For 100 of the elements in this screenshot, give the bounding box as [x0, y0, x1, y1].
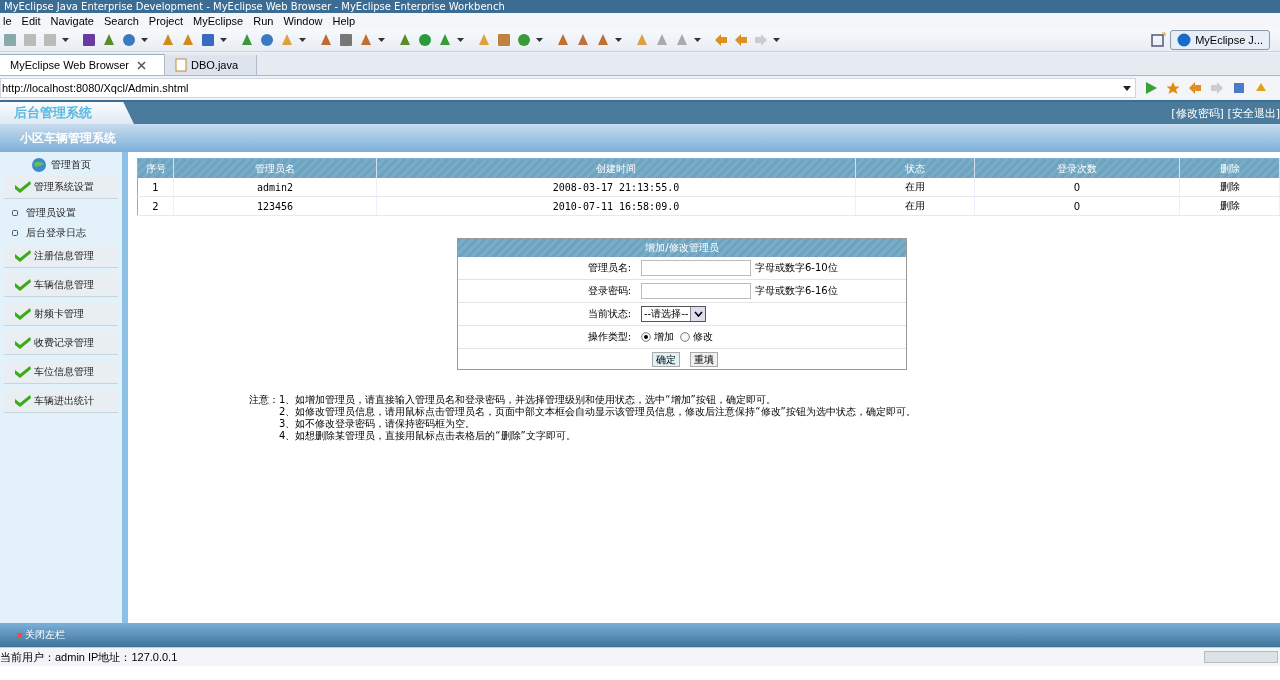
- menu-item[interactable]: Search: [103, 15, 146, 27]
- note-text: 2、如修改管理员信息，请用鼠标点击管理员名，页面中部文本框会自动显示该管理员信息，修改后注意保持“修改”按钮为选中状态，确定即可。: [278, 406, 917, 418]
- menu-item[interactable]: Run: [253, 15, 281, 27]
- delete-link[interactable]: 删除: [1179, 178, 1280, 197]
- star-icon[interactable]: [1166, 81, 1180, 95]
- column-header: 序号: [137, 158, 174, 178]
- toolbar-icon[interactable]: [239, 32, 255, 48]
- table-cell: 1: [137, 178, 174, 197]
- perspective-icon: [1177, 33, 1192, 47]
- sidebar-item[interactable]: 注册信息管理: [4, 245, 118, 268]
- caret-icon[interactable]: [773, 38, 780, 42]
- java-file-icon: [175, 58, 187, 72]
- go-icon[interactable]: [1144, 81, 1158, 95]
- table-cell: 在用: [855, 196, 975, 216]
- table-cell: 在用: [855, 178, 975, 197]
- toolbar-icon[interactable]: [575, 32, 591, 48]
- note-text: 注意：1、如增加管理员，请直接输入管理员名和登录密码，并选择管理级别和使用状态，选中“增加”按钮，确定即可。: [249, 394, 777, 406]
- table-cell: 2010-07-11 16:58:09.0: [376, 196, 856, 216]
- status-select[interactable]: --请选择--: [641, 306, 707, 322]
- caret-icon[interactable]: [615, 38, 622, 42]
- sidebar-item[interactable]: 射频卡管理: [4, 303, 118, 326]
- status-text: 当前用户：admin IP地址：127.0.0.1: [0, 649, 178, 665]
- menu-item[interactable]: MyEclipse: [193, 15, 251, 27]
- address-field[interactable]: http://localhost:8080/Xqcl/Admin.shtml: [0, 78, 1136, 98]
- field-hint: 字母或数字6-16位: [755, 284, 838, 298]
- menu-item[interactable]: Navigate: [50, 15, 101, 27]
- submit-button[interactable]: 确定: [652, 351, 680, 367]
- column-header: 管理员名: [173, 158, 377, 178]
- radio-button[interactable]: [680, 332, 690, 342]
- caret-icon[interactable]: [378, 38, 385, 42]
- caret-icon[interactable]: [694, 38, 701, 42]
- toolbar-icon[interactable]: [101, 32, 117, 48]
- field-hint: 字母或数字6-10位: [755, 261, 838, 275]
- input-field[interactable]: [641, 283, 751, 299]
- caret-icon[interactable]: [141, 38, 148, 42]
- radio-option[interactable]: 修改: [680, 330, 713, 344]
- reset-button[interactable]: 重填: [690, 351, 718, 367]
- open-perspective-icon[interactable]: [1150, 32, 1167, 48]
- form-title: 增加/修改管理员: [645, 242, 719, 253]
- table-cell: 0: [974, 196, 1180, 216]
- field-label: 管理员名:: [586, 261, 632, 275]
- table-cell: 2: [137, 196, 174, 216]
- menu-item[interactable]: Help: [332, 15, 363, 27]
- sidebar-item[interactable]: 车辆进出统计: [4, 390, 118, 413]
- caret-icon[interactable]: [299, 38, 306, 42]
- toolbar-icon[interactable]: [417, 32, 433, 48]
- close-icon[interactable]: [137, 60, 146, 70]
- toolbar-icon[interactable]: [200, 32, 216, 48]
- sidebar-item[interactable]: 车辆信息管理: [4, 274, 118, 297]
- logo-text: 后台管理系统: [14, 105, 92, 120]
- column-header: 创建时间: [376, 158, 856, 178]
- toolbar-icon[interactable]: [397, 32, 413, 48]
- sidebar-item[interactable]: 收费记录管理: [4, 332, 118, 355]
- caret-icon[interactable]: [1123, 85, 1131, 91]
- stop-icon[interactable]: [1232, 81, 1246, 95]
- table-cell[interactable]: 123456: [173, 196, 377, 216]
- sidebar-item[interactable]: 车位信息管理: [4, 361, 118, 384]
- radio-button[interactable]: [641, 332, 651, 342]
- field-label: 操作类型:: [586, 330, 632, 344]
- home-link[interactable]: 管理首页: [51, 158, 91, 172]
- toolbar-icon[interactable]: [496, 32, 512, 48]
- bullet-icon: [12, 210, 18, 216]
- column-header: 删除: [1179, 158, 1280, 178]
- submenu-item[interactable]: 管理员设置: [26, 206, 76, 220]
- system-name: 小区车辆管理系统: [20, 129, 116, 147]
- menu-item[interactable]: Window: [283, 15, 330, 27]
- table-cell[interactable]: admin2: [173, 178, 377, 197]
- radio-option[interactable]: 增加: [641, 330, 674, 344]
- toolbar-icon[interactable]: [259, 32, 275, 48]
- toolbar-icon[interactable]: [555, 32, 571, 48]
- submenu-item[interactable]: 后台登录日志: [26, 226, 86, 240]
- bullet-icon: [12, 230, 18, 236]
- caret-icon: [693, 311, 703, 317]
- table-cell: 2008-03-17 21:13:55.0: [376, 178, 856, 197]
- input-field[interactable]: [641, 260, 751, 276]
- editor-tab[interactable]: MyEclipse Web Browser: [0, 54, 165, 75]
- menu-item[interactable]: Edit: [21, 15, 48, 27]
- caret-icon[interactable]: [457, 38, 464, 42]
- caret-icon[interactable]: [536, 38, 543, 42]
- note-text: 3、如不修改登录密码，请保持密码框为空。: [278, 418, 477, 430]
- menu-item[interactable]: le: [3, 15, 19, 27]
- toolbar-icon[interactable]: [318, 32, 334, 48]
- toolbar-icon[interactable]: [338, 32, 354, 48]
- caret-icon[interactable]: [62, 38, 69, 42]
- column-header: 登录次数: [974, 158, 1180, 178]
- globe-icon: [31, 157, 47, 173]
- note-text: 4、如想删除某管理员，直接用鼠标点击表格后的“删除”文字即可。: [278, 430, 577, 442]
- caret-icon[interactable]: [220, 38, 227, 42]
- menu-item[interactable]: Project: [148, 15, 191, 27]
- delete-link[interactable]: 删除: [1179, 196, 1280, 216]
- account-links[interactable]: [修改密码] [安全退出]: [1171, 105, 1280, 121]
- editor-tab[interactable]: DBO.java: [165, 55, 258, 75]
- perspective-button[interactable]: MyEclipse J...: [1170, 30, 1270, 50]
- toolbar-icon[interactable]: [81, 32, 97, 48]
- sidebar-item[interactable]: 管理系统设置: [4, 176, 118, 199]
- field-label: 当前状态:: [586, 307, 632, 321]
- table-cell: 0: [974, 178, 1180, 197]
- toolbar-icon[interactable]: [121, 32, 137, 48]
- back-icon[interactable]: [1188, 81, 1202, 95]
- column-header: 状态: [855, 158, 975, 178]
